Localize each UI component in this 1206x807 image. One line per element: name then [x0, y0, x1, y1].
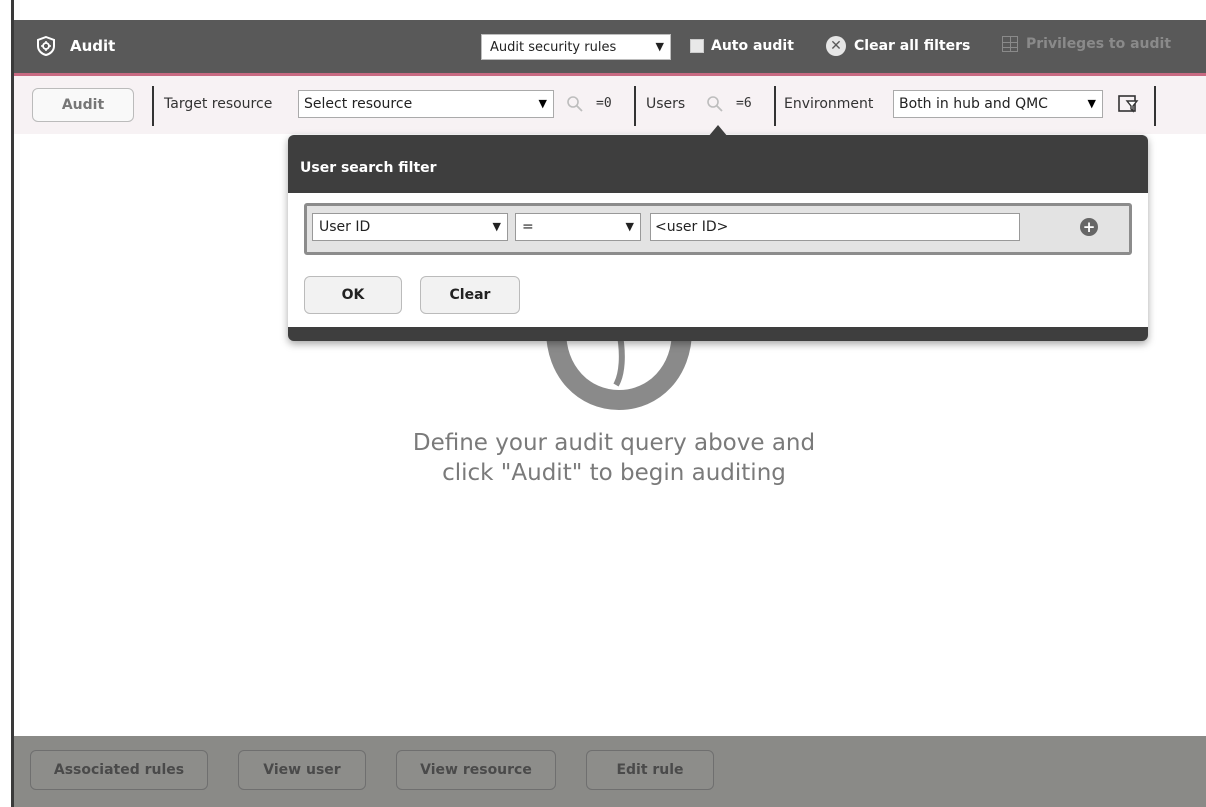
left-border [0, 0, 14, 807]
page-title-group: Audit [36, 36, 115, 56]
search-icon[interactable] [706, 95, 724, 113]
environment-value: Both in hub and QMC [899, 96, 1048, 112]
shield-icon [37, 36, 55, 56]
separator [1154, 86, 1156, 126]
popup-body: User ID ▼ = ▼ + OK Clear [288, 193, 1148, 327]
filter-bar: Audit Target resource Select resource ▼ … [14, 76, 1206, 134]
filter-icon[interactable] [1117, 94, 1139, 114]
environment-label: Environment [784, 96, 874, 112]
auto-audit-checkbox[interactable] [690, 39, 704, 53]
target-resource-label: Target resource [164, 96, 273, 112]
audit-page: Audit Audit security rules ▼ Auto audit … [14, 0, 1206, 807]
dropdown-arrow-icon: ▼ [492, 220, 501, 233]
user-field-select[interactable]: User ID ▼ [312, 213, 508, 241]
associated-rules-button[interactable]: Associated rules [30, 750, 208, 790]
search-icon[interactable] [566, 95, 584, 113]
view-user-button[interactable]: View user [238, 750, 366, 790]
popup-caret [708, 125, 728, 137]
privileges-label: Privileges to audit [1026, 36, 1172, 52]
clear-all-filters-label: Clear all filters [854, 38, 971, 54]
audit-type-select[interactable]: Audit security rules ▼ [481, 34, 671, 60]
operator-select[interactable]: = ▼ [515, 213, 641, 241]
audit-button[interactable]: Audit [32, 88, 134, 122]
auto-audit-toggle[interactable]: Auto audit [690, 38, 794, 54]
page-title: Audit [70, 37, 116, 55]
privileges-to-audit-button[interactable]: Privileges to audit [1002, 36, 1171, 52]
audit-type-value: Audit security rules [490, 39, 617, 55]
add-condition-icon[interactable]: + [1080, 218, 1098, 236]
close-circle-icon: ✕ [826, 36, 846, 56]
empty-state-line-2: click "Audit" to begin auditing [442, 460, 786, 486]
filter-condition-row: User ID ▼ = ▼ + [304, 203, 1132, 255]
table-icon [1002, 36, 1018, 52]
target-resource-select[interactable]: Select resource ▼ [298, 90, 554, 118]
operator-value: = [522, 219, 534, 235]
environment-select[interactable]: Both in hub and QMC ▼ [893, 90, 1103, 118]
separator [634, 86, 636, 126]
dropdown-arrow-icon: ▼ [1087, 97, 1096, 110]
target-resource-value: Select resource [304, 96, 413, 112]
top-bar: Audit Audit security rules ▼ Auto audit … [14, 0, 1206, 76]
user-id-input[interactable] [650, 213, 1020, 241]
clear-button[interactable]: Clear [420, 276, 520, 314]
dropdown-arrow-icon: ▼ [625, 220, 634, 233]
user-search-filter-popup: User search filter User ID ▼ = ▼ + OK Cl… [288, 125, 1148, 341]
users-label: Users [646, 96, 686, 112]
popup-title: User search filter [300, 160, 437, 176]
bottom-action-bar: Associated rules View user View resource… [14, 736, 1206, 807]
auto-audit-label: Auto audit [711, 38, 794, 54]
dropdown-arrow-icon: ▼ [538, 97, 547, 110]
clear-all-filters-button[interactable]: ✕ Clear all filters [826, 36, 970, 56]
empty-state-message: Define your audit query above and click … [364, 428, 864, 488]
separator [774, 86, 776, 126]
dropdown-arrow-icon: ▼ [655, 40, 664, 53]
ok-button[interactable]: OK [304, 276, 402, 314]
edit-rule-button[interactable]: Edit rule [586, 750, 714, 790]
user-field-value: User ID [319, 219, 371, 235]
users-count: =6 [736, 96, 752, 111]
separator [152, 86, 154, 126]
view-resource-button[interactable]: View resource [396, 750, 556, 790]
target-resource-count: =0 [596, 96, 612, 111]
empty-state-line-1: Define your audit query above and [412, 430, 816, 456]
